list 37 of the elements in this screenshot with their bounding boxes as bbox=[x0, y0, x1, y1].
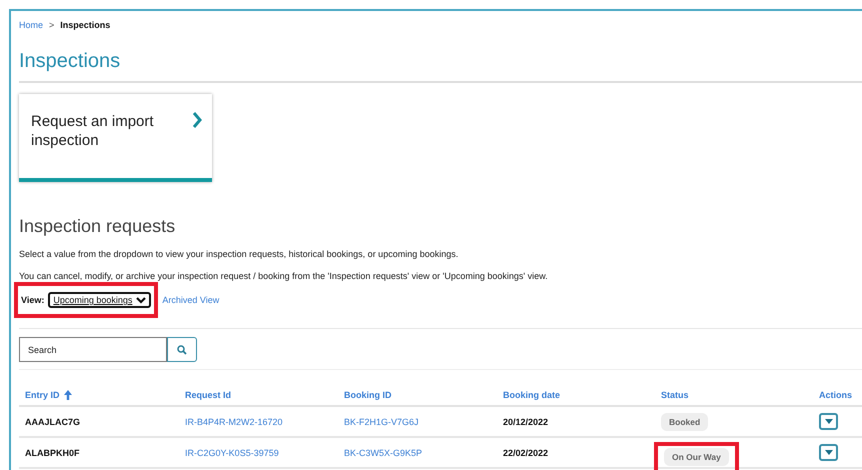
table-cell: 20/12/2022 bbox=[497, 407, 655, 438]
sort-up-icon bbox=[64, 390, 72, 400]
column-header[interactable]: Booking date bbox=[497, 369, 655, 407]
request-id-link[interactable]: IR-B4P4R-M2W2-16720 bbox=[179, 407, 338, 438]
section-heading: Inspection requests bbox=[19, 216, 176, 237]
actions-dropdown-button[interactable] bbox=[819, 444, 838, 461]
breadcrumb-link[interactable]: Home bbox=[19, 20, 44, 30]
request-inspection-card[interactable]: Request an import inspection bbox=[19, 94, 212, 182]
instruction-text: Select a value from the dropdown to view your inspection requests, historical bookings, or upcoming bookings. bbox=[19, 249, 460, 259]
table-cell: AAAJLAC7G bbox=[19, 407, 179, 438]
search-field[interactable]: Search bbox=[19, 337, 167, 362]
column-header[interactable]: Actions bbox=[813, 369, 862, 407]
request-id-link[interactable]: IR-C2G0Y-K0S5-39759 bbox=[179, 438, 338, 469]
column-header[interactable]: Status bbox=[655, 369, 813, 407]
breadcrumb-separator: > bbox=[49, 20, 54, 30]
column-header[interactable]: Entry ID bbox=[19, 369, 179, 407]
chevron-right-icon bbox=[192, 112, 202, 128]
view-dropdown[interactable]: Upcoming bookings bbox=[48, 292, 152, 308]
chevron-down-icon bbox=[824, 419, 832, 424]
table-cell: ALABPKH0F bbox=[19, 438, 179, 469]
chevron-down-icon bbox=[824, 450, 832, 455]
chevron-down-icon bbox=[136, 296, 146, 304]
status-badge: On Our Way bbox=[664, 448, 729, 466]
search-icon bbox=[177, 344, 187, 354]
view-label: View: bbox=[21, 295, 44, 305]
page-title: Inspections bbox=[19, 50, 122, 73]
booking-id-link[interactable]: BK-F2H1G-V7G6J bbox=[338, 407, 497, 438]
actions-dropdown-button[interactable] bbox=[819, 413, 838, 430]
column-header[interactable]: Booking ID bbox=[338, 369, 497, 407]
archived-view-link[interactable]: Archived View bbox=[162, 295, 220, 305]
column-header[interactable]: Request Id bbox=[179, 369, 338, 407]
table-cell: 22/02/2022 bbox=[497, 438, 655, 469]
instruction-text: You can cancel, modify, or archive your inspection request / booking from the 'Inspection requests' view or 'Upcoming bookings' view. bbox=[19, 271, 549, 281]
status-badge: Booked bbox=[661, 412, 708, 430]
search-button[interactable] bbox=[167, 337, 197, 362]
booking-id-link[interactable]: BK-C3W5X-G9K5P bbox=[338, 438, 497, 469]
breadcrumb-current: Inspections bbox=[60, 20, 110, 30]
